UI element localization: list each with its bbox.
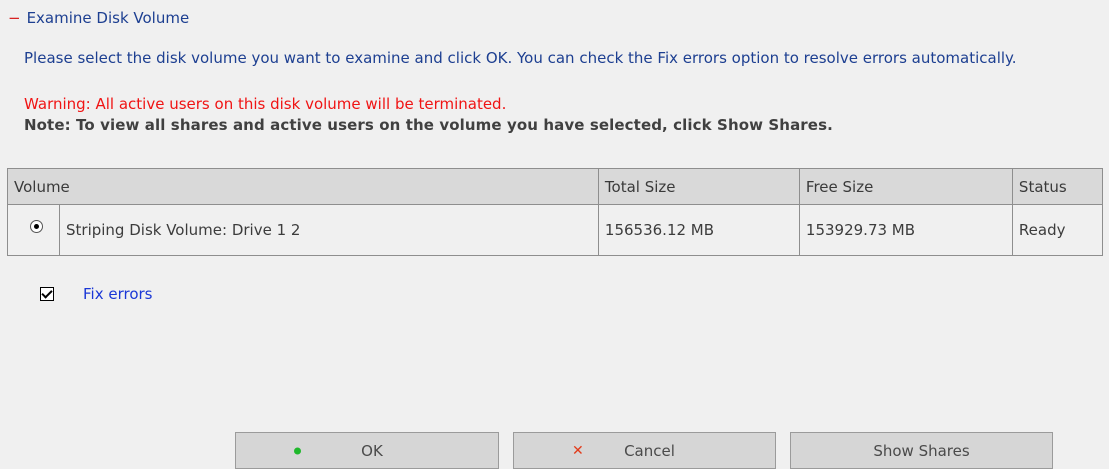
status-cell: Ready bbox=[1011, 204, 1104, 256]
note-text: Note: To view all shares and active user… bbox=[24, 116, 833, 134]
examine-disk-volume-panel: − Examine Disk Volume Please select the d… bbox=[0, 0, 1109, 469]
table-row[interactable]: Striping Disk Volume: Drive 1 2 156536.1… bbox=[7, 204, 1104, 256]
red-x-icon: ✕ bbox=[572, 442, 584, 459]
free-size-cell: 153929.73 MB bbox=[798, 204, 1013, 256]
volume-radio-button[interactable] bbox=[30, 220, 43, 233]
show-shares-button-label: Show Shares bbox=[873, 441, 970, 460]
cancel-button[interactable]: ✕ Cancel bbox=[513, 432, 776, 469]
collapse-icon[interactable]: − bbox=[8, 9, 21, 27]
instructions-text: Please select the disk volume you want t… bbox=[24, 49, 1017, 67]
column-header-free-size: Free Size bbox=[798, 168, 1013, 205]
volume-radio-cell[interactable] bbox=[7, 204, 60, 256]
section-title: Examine Disk Volume bbox=[26, 9, 190, 27]
fix-errors-option[interactable]: Fix errors bbox=[40, 285, 152, 303]
green-dot-icon bbox=[294, 447, 301, 454]
table-header-row: Volume Total Size Free Size Status bbox=[7, 168, 1104, 205]
ok-button-label: OK bbox=[361, 441, 383, 460]
column-header-total-size: Total Size bbox=[597, 168, 800, 205]
show-shares-button[interactable]: Show Shares bbox=[790, 432, 1053, 469]
volume-name-cell: Striping Disk Volume: Drive 1 2 bbox=[59, 204, 599, 256]
cancel-button-label: Cancel bbox=[624, 441, 675, 460]
fix-errors-checkbox[interactable] bbox=[40, 287, 54, 301]
total-size-cell: 156536.12 MB bbox=[597, 204, 800, 256]
section-header[interactable]: − Examine Disk Volume bbox=[8, 9, 189, 27]
column-header-volume: Volume bbox=[7, 168, 599, 205]
ok-button[interactable]: OK bbox=[235, 432, 499, 469]
warning-text: Warning: All active users on this disk v… bbox=[24, 95, 507, 113]
column-header-status: Status bbox=[1011, 168, 1104, 205]
volume-table: Volume Total Size Free Size Status Strip… bbox=[7, 168, 1104, 256]
fix-errors-label[interactable]: Fix errors bbox=[83, 285, 152, 303]
